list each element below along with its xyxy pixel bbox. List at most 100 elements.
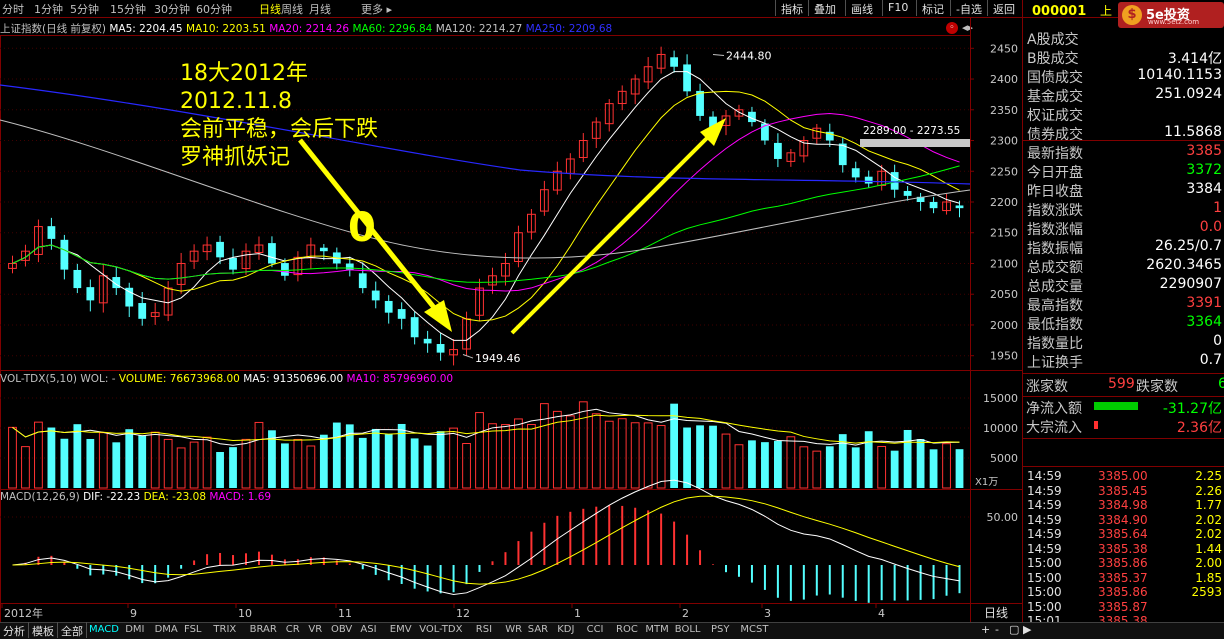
indicator-tab[interactable]: PSY — [711, 624, 730, 635]
quote-label: 权证成交 — [1027, 108, 1083, 124]
volume-bar — [617, 418, 627, 489]
volume-unit-label: X1万 — [975, 477, 998, 488]
candle-down — [358, 273, 367, 289]
tick-price: 3385.38 — [1098, 541, 1148, 556]
indicator-tab[interactable]: RSI — [476, 624, 492, 635]
volume-value: VOL-TDX(5,10) — [0, 373, 81, 385]
indicator-tab[interactable]: WR — [505, 624, 522, 635]
candle-down — [268, 243, 276, 264]
quote-label: 指数量比 — [1027, 336, 1083, 352]
volume-bar — [501, 424, 510, 489]
indicator-tab[interactable]: CCI — [587, 624, 604, 635]
volume-bar — [371, 428, 380, 488]
indicator-tab[interactable]: VOL-TDX — [419, 624, 462, 635]
separator — [1022, 140, 1224, 141]
indicator-tab[interactable]: DMA — [155, 624, 178, 635]
indicator-tab[interactable]: SAR — [528, 624, 548, 635]
indicator-tab[interactable]: OBV — [331, 624, 352, 635]
price-axis-label: 2200 — [990, 196, 1018, 209]
indicator-tab[interactable]: MCST — [740, 624, 768, 635]
volume-axis-label: 10000 — [983, 422, 1018, 435]
quote-label: A股成交 — [1027, 32, 1079, 48]
volume-value: WOL: - — [80, 373, 119, 385]
price-axis-label: 2150 — [990, 227, 1018, 240]
up-count-label: 涨家数 — [1026, 379, 1068, 395]
volume-bar — [163, 438, 173, 489]
indicator-tab[interactable]: BRAR — [250, 624, 277, 635]
indicator-tab[interactable]: MACD — [89, 624, 119, 635]
indicator-tab[interactable]: ROC — [616, 624, 638, 635]
candle-down — [903, 190, 912, 196]
logo-url: www.5etz.com — [1148, 18, 1200, 26]
candle-down — [955, 205, 964, 209]
volume-bar — [332, 422, 341, 488]
chart-control-button[interactable]: ▶ — [1020, 622, 1034, 638]
candle-down — [774, 142, 782, 159]
volume-bar — [799, 446, 809, 489]
flow-bar — [1094, 421, 1098, 429]
volume-bar — [761, 442, 769, 488]
indicator-tab[interactable]: EMV — [390, 624, 412, 635]
volume-bar — [955, 449, 964, 488]
indicator-tab[interactable]: TRIX — [213, 624, 236, 635]
quote-row: 最新指数 3385 — [1025, 142, 1224, 162]
date-axis-label: 1 — [574, 607, 581, 620]
indicator-tab[interactable]: CR — [286, 624, 300, 635]
volume-axis-label: 5000 — [990, 452, 1018, 465]
chart-control-button[interactable]: - — [992, 622, 1002, 638]
volume-bar — [591, 413, 601, 489]
volume-info-bar: VOL-TDX(5,10) WOL: - VOLUME: 76673968.00… — [0, 373, 453, 385]
candle-down — [229, 257, 237, 270]
indicator-tab[interactable]: VR — [308, 624, 322, 635]
tick-price: 3385.37 — [1098, 570, 1148, 585]
quote-row: 指数涨跌 1 — [1025, 199, 1224, 219]
candle-down — [86, 287, 95, 301]
volume-bar — [604, 420, 614, 489]
volume-bar — [21, 446, 30, 489]
bottom-tab[interactable]: 分析 — [0, 622, 29, 638]
candle-down — [423, 338, 432, 344]
macd-value: DEA: -23.08 — [143, 491, 210, 503]
quote-label: 最新指数 — [1027, 146, 1083, 162]
tick-volume: 1.77 — [1195, 498, 1222, 512]
quote-value: 3391 — [1186, 295, 1222, 311]
quote-value: 11.5868 — [1164, 124, 1222, 140]
indicator-tab[interactable]: FSL — [184, 624, 202, 635]
indicator-tab[interactable]: ASI — [360, 624, 376, 635]
quote-row: A股成交 — [1025, 28, 1224, 48]
quote-value: 251.0924 — [1155, 86, 1222, 102]
candle-down — [73, 269, 82, 289]
quote-value: 3385 — [1186, 143, 1222, 159]
indicator-tab[interactable]: KDJ — [557, 624, 574, 635]
stock-market-label: 上 — [1100, 4, 1113, 18]
bottom-tab[interactable]: 全部 — [58, 622, 87, 638]
macd-value: DIF: -22.23 — [83, 491, 144, 503]
indicator-tab[interactable]: BOLL — [675, 624, 701, 635]
volume-bar — [721, 433, 731, 489]
tick-price: 3385.87 — [1098, 599, 1148, 614]
candle-down — [929, 201, 938, 209]
kline-chart[interactable]: 2450240023502300225022002150210020502000… — [0, 0, 1022, 622]
annotation-line-4: 罗神抓妖记 — [180, 145, 291, 170]
tick-price: 3384.90 — [1098, 512, 1148, 527]
candle-down — [410, 317, 419, 338]
quote-value: 0.7 — [1199, 352, 1222, 368]
chart-control-button[interactable]: + — [978, 622, 993, 638]
volume-bar — [462, 443, 471, 489]
macd-value: MACD: 1.69 — [209, 491, 272, 503]
ma60-line — [12, 165, 960, 283]
tick-time: 15:00 — [1027, 599, 1062, 614]
tick-time: 15:00 — [1027, 556, 1062, 570]
indicator-tab[interactable]: MTM — [645, 624, 668, 635]
indicator-tab[interactable]: DMI — [125, 624, 144, 635]
bottom-tab[interactable]: 模板 — [29, 622, 58, 638]
quote-label: 今日开盘 — [1027, 165, 1083, 181]
quote-value: 0.0 — [1199, 219, 1222, 235]
volume-axis-label: 15000 — [983, 392, 1018, 405]
candle-down — [138, 303, 147, 319]
quote-value: 3384 — [1186, 181, 1222, 197]
candle-down — [345, 263, 354, 270]
flow-value: 2.36亿 — [1176, 420, 1222, 436]
annotation-line-3: 会前平稳，会后下跌 — [180, 117, 379, 142]
volume-bar — [410, 438, 419, 488]
